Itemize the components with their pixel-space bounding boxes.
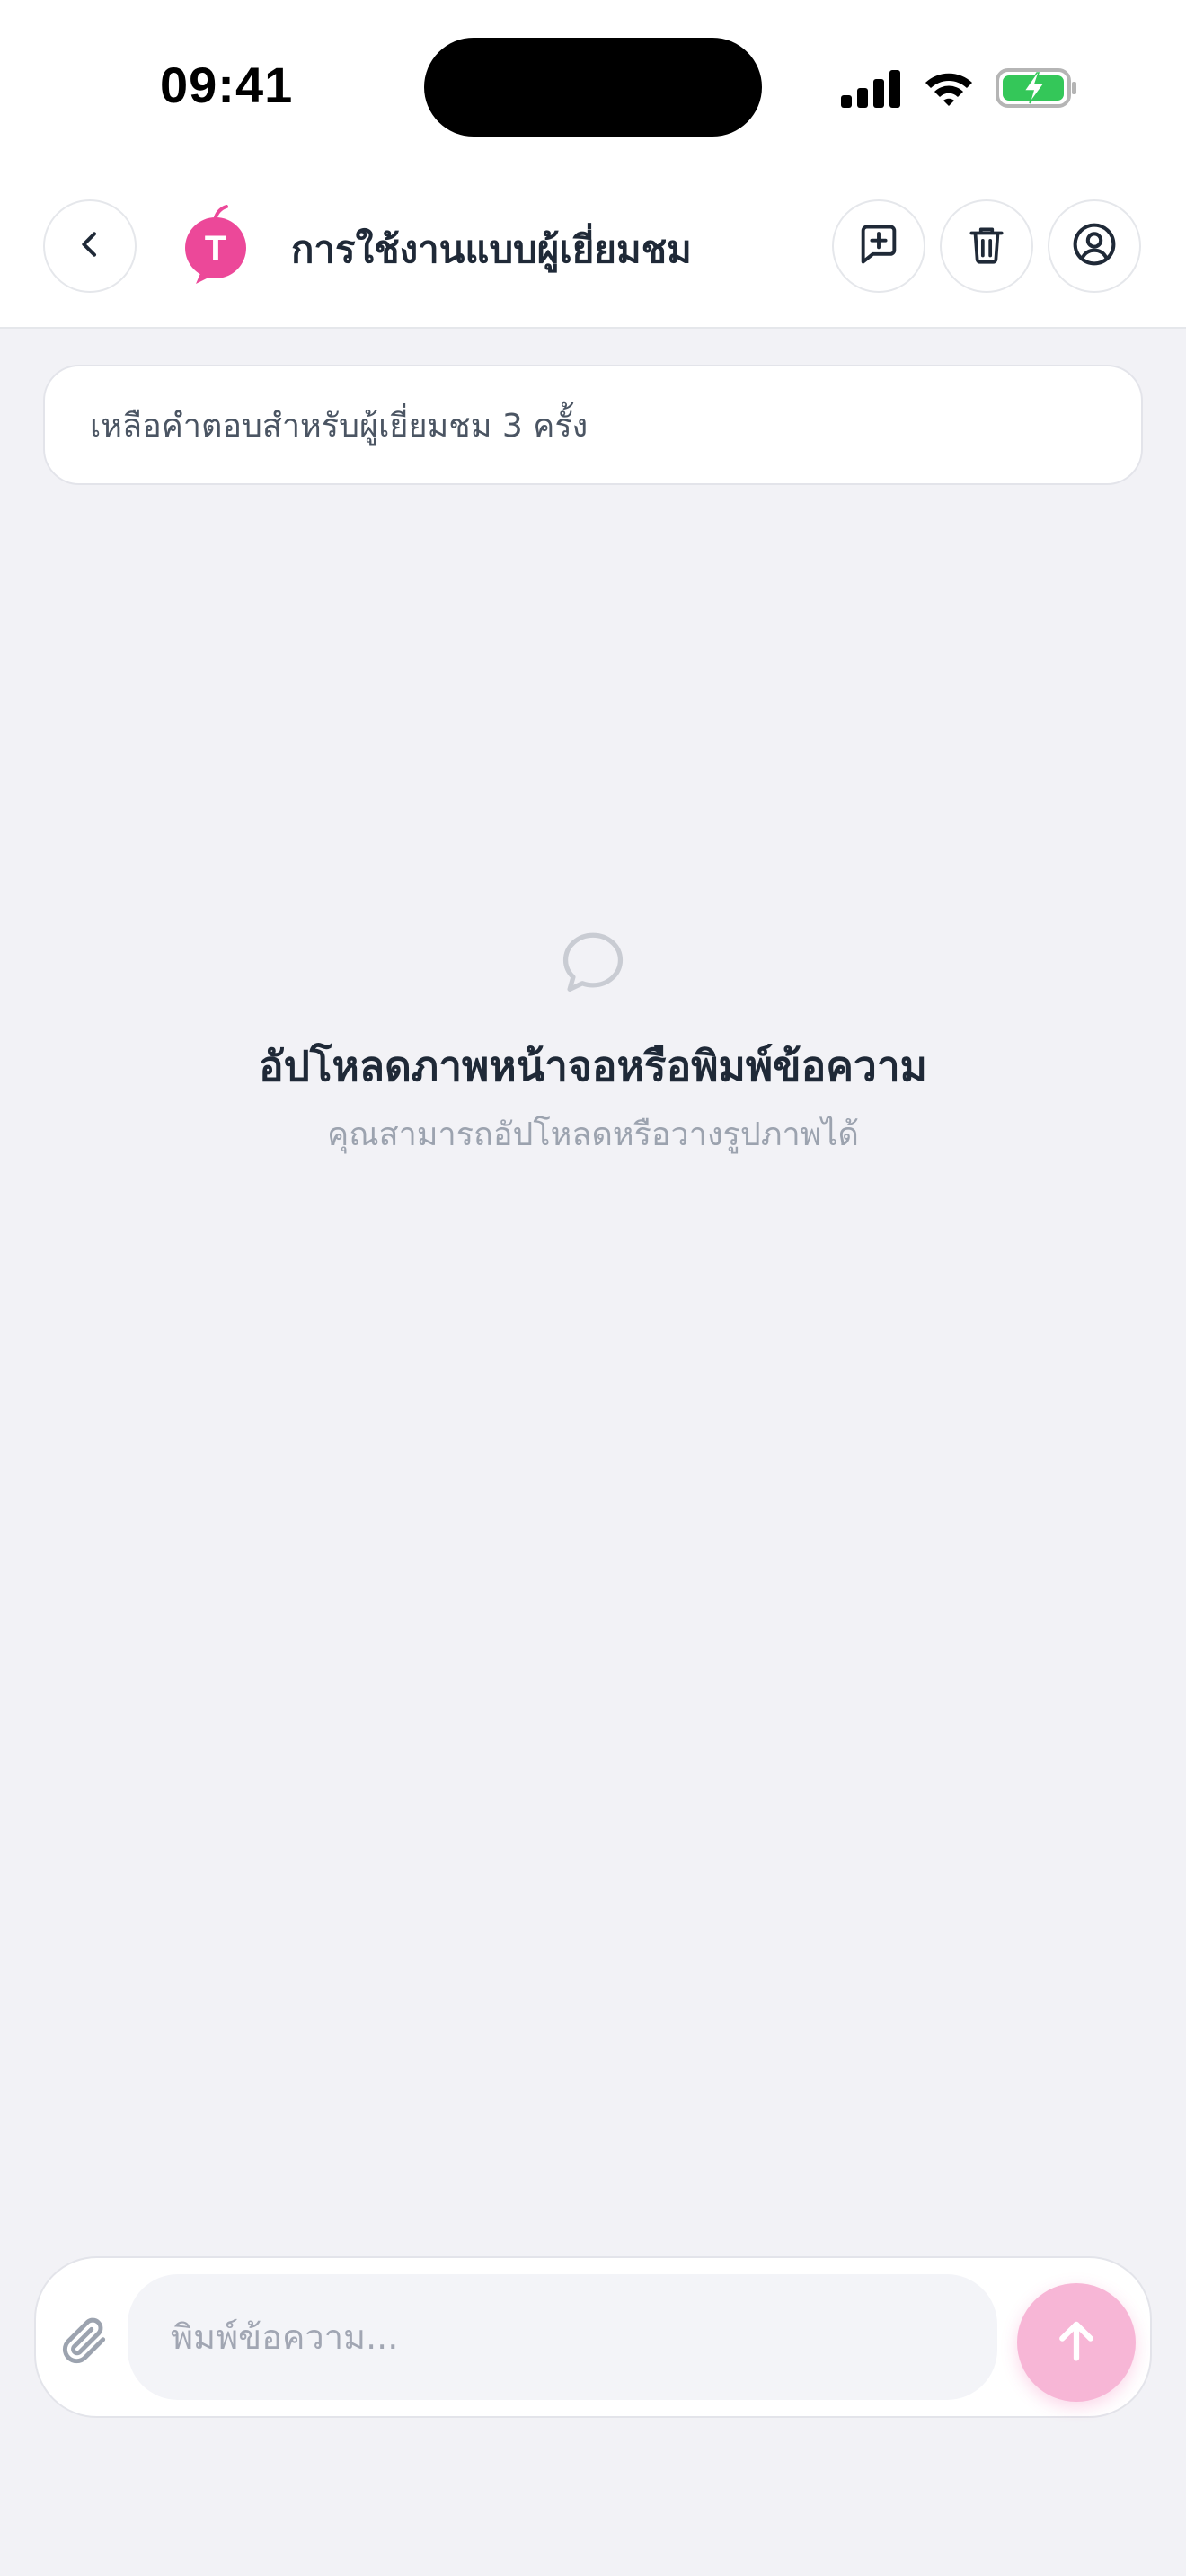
message-composer xyxy=(34,2256,1152,2418)
status-time: 09:41 xyxy=(160,57,294,113)
message-plus-icon xyxy=(855,221,902,271)
app-logo: T xyxy=(183,205,248,286)
chevron-left-icon xyxy=(72,226,108,266)
account-button[interactable] xyxy=(1048,199,1141,293)
arrow-up-icon xyxy=(1050,2315,1102,2370)
status-bar: 09:41 xyxy=(0,0,1186,171)
dynamic-island xyxy=(424,38,762,137)
cellular-signal-icon xyxy=(841,68,902,108)
app-header: T การใช้งานแบบผู้เยี่ยมชม xyxy=(0,171,1186,329)
battery-charging-icon xyxy=(996,67,1078,109)
send-button[interactable] xyxy=(1017,2283,1136,2402)
empty-state-title: อัปโหลดภาพหน้าจอหรือพิมพ์ข้อความ xyxy=(258,1042,928,1090)
chat-bubble-icon xyxy=(555,925,631,1001)
paperclip-icon xyxy=(57,2313,112,2372)
page-title: การใช้งานแบบผู้เยี่ยมชม xyxy=(291,227,692,271)
message-input[interactable] xyxy=(128,2274,997,2400)
status-icons xyxy=(841,63,1078,113)
back-button[interactable] xyxy=(43,199,137,293)
guest-quota-text: เหลือคำตอบสำหรับผู้เยี่ยมชม 3 ครั้ง xyxy=(90,407,589,445)
attach-button[interactable] xyxy=(52,2310,117,2375)
new-chat-button[interactable] xyxy=(832,199,925,293)
delete-button[interactable] xyxy=(940,199,1033,293)
wifi-icon xyxy=(922,68,976,108)
user-circle-icon xyxy=(1070,220,1119,272)
empty-state-subtitle: คุณสามารถอัปโหลดหรือวางรูปภาพได้ xyxy=(327,1116,859,1153)
trash-icon xyxy=(964,222,1009,270)
app-logo-letter: T xyxy=(205,229,226,269)
guest-quota-notice: เหลือคำตอบสำหรับผู้เยี่ยมชม 3 ครั้ง xyxy=(43,365,1143,485)
